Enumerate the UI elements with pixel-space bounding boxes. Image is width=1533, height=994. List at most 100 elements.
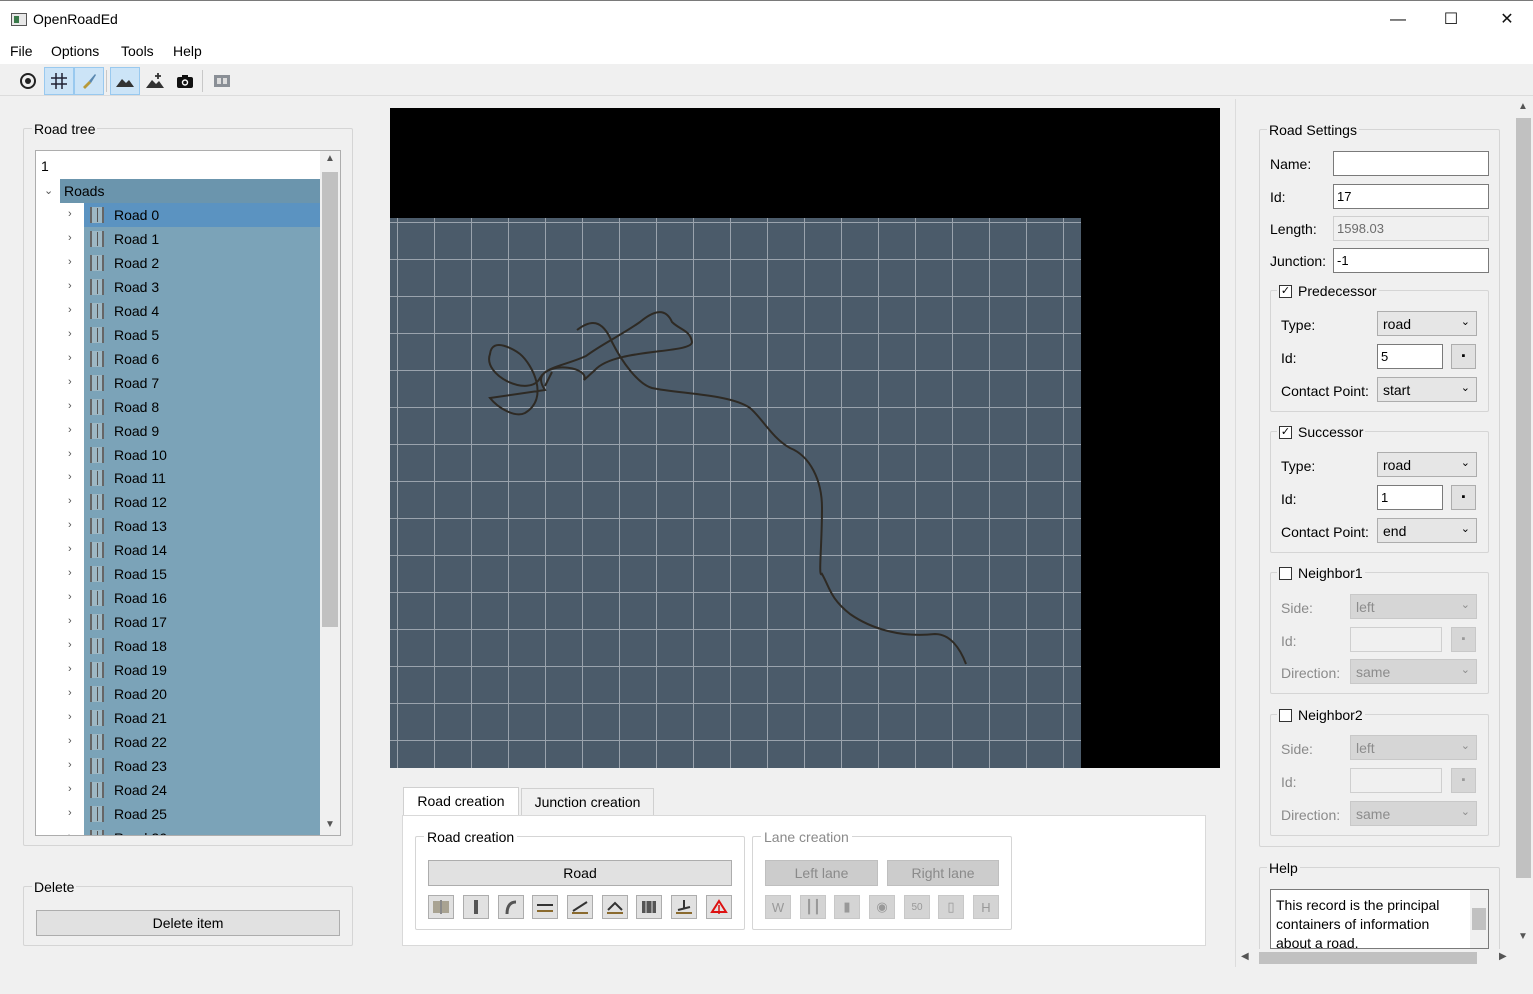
chevron-right-icon[interactable]: › (68, 352, 72, 364)
tree-road-item[interactable]: › Road 7 (36, 370, 321, 395)
tree-road-item[interactable]: › Road 10 (36, 442, 321, 467)
brush-icon[interactable] (74, 67, 104, 95)
tree-road-item[interactable]: › Road 23 (36, 753, 321, 778)
crown-icon[interactable] (602, 895, 628, 919)
chevron-right-icon[interactable]: › (68, 639, 72, 651)
delete-red-icon[interactable] (706, 895, 732, 919)
neighbor1-checkbox[interactable] (1279, 566, 1292, 580)
road-tree[interactable]: 1 ⌄ Roads › Road 0 › Road 1 › Road 2 › Road 3 › R… (35, 150, 341, 836)
3d-viewport[interactable] (390, 108, 1220, 768)
pred-type-select[interactable]: road ⌄ (1377, 311, 1477, 336)
left-lane-button[interactable]: Left lane (765, 860, 878, 886)
grid-icon[interactable] (44, 67, 74, 95)
n1-id-field[interactable] (1350, 627, 1442, 652)
superelevation-icon[interactable] (636, 895, 662, 919)
n1-side-select[interactable]: left ⌄ (1350, 594, 1477, 619)
tree-road-item[interactable]: › Road 17 (36, 610, 321, 635)
tree-road-item[interactable]: › Road 24 (36, 777, 321, 802)
lateral-shift-icon[interactable] (671, 895, 697, 919)
arc-icon[interactable] (498, 895, 524, 919)
lane-material-icon[interactable]: ▮ (834, 895, 860, 919)
tree-road-item[interactable]: › Road 2 (36, 250, 321, 275)
succ-id-field[interactable]: 1 (1377, 485, 1443, 510)
n2-direction-select[interactable]: same ⌄ (1350, 801, 1477, 826)
scroll-down-icon[interactable]: ▼ (325, 819, 335, 830)
add-terrain-icon[interactable] (140, 67, 170, 95)
pick-road-icon[interactable]: ▪ (1451, 768, 1476, 793)
successor-checkbox[interactable]: ✓ (1279, 425, 1292, 439)
succ-type-select[interactable]: road ⌄ (1377, 452, 1477, 477)
chevron-right-icon[interactable]: › (68, 376, 72, 388)
chevron-right-icon[interactable]: › (68, 663, 72, 675)
pick-road-icon[interactable]: ▪ (1451, 627, 1476, 652)
tree-road-item[interactable]: › Road 14 (36, 538, 321, 563)
chevron-right-icon[interactable]: › (68, 759, 72, 771)
tab-junction-creation[interactable]: Junction creation (521, 788, 654, 816)
tree-road-item[interactable]: › Road 6 (36, 346, 321, 371)
chevron-right-icon[interactable]: › (68, 400, 72, 412)
tree-road-item[interactable]: › Road 16 (36, 586, 321, 611)
chevron-right-icon[interactable]: › (68, 232, 72, 244)
camera-icon[interactable] (170, 67, 200, 95)
tree-road-item[interactable]: › Road 18 (36, 634, 321, 659)
chevron-right-icon[interactable]: › (68, 615, 72, 627)
pred-id-field[interactable]: 5 (1377, 344, 1443, 369)
chevron-right-icon[interactable]: › (68, 448, 72, 460)
close-button[interactable]: ✕ (1484, 5, 1530, 35)
chevron-right-icon[interactable]: › (68, 783, 72, 795)
predecessor-checkbox[interactable]: ✓ (1279, 284, 1292, 298)
menu-tools[interactable]: Tools (121, 43, 154, 59)
slope-elevation-icon[interactable] (567, 895, 593, 919)
tree-road-item[interactable]: › Road 0 (36, 203, 321, 227)
road-button[interactable]: Road (428, 860, 732, 886)
eye-icon[interactable] (13, 67, 43, 95)
tree-scroll-thumb[interactable] (322, 172, 338, 627)
minimize-button[interactable]: — (1375, 5, 1421, 35)
id-field[interactable]: 17 (1333, 184, 1489, 209)
right-panel-scroll-thumb[interactable] (1516, 118, 1531, 878)
chevron-right-icon[interactable]: › (68, 280, 72, 292)
tree-road-item[interactable]: › Road 21 (36, 705, 321, 730)
height-icon[interactable]: H (973, 895, 999, 919)
chevron-right-icon[interactable]: › (68, 256, 72, 268)
help-text-box[interactable]: This record is the principal containers … (1270, 889, 1489, 949)
chevron-right-icon[interactable]: › (68, 711, 72, 723)
maximize-button[interactable]: ☐ (1428, 5, 1474, 35)
menu-help[interactable]: Help (173, 43, 202, 59)
tree-road-item[interactable]: › Road 12 (36, 490, 321, 515)
tree-road-item[interactable]: › Road 22 (36, 729, 321, 754)
tree-road-item[interactable]: › Road 9 (36, 418, 321, 443)
speed-icon[interactable]: 50 (904, 895, 930, 919)
pick-road-icon[interactable]: ▪ (1451, 485, 1476, 510)
succ-contact-select[interactable]: end ⌄ (1377, 518, 1477, 543)
pred-contact-select[interactable]: start ⌄ (1377, 377, 1477, 402)
flat-elevation-icon[interactable] (532, 895, 558, 919)
tree-road-item[interactable]: › Road 5 (36, 322, 321, 347)
chevron-right-icon[interactable]: › (68, 304, 72, 316)
tree-road-item[interactable]: › Road 25 (36, 801, 321, 826)
junction-field[interactable]: -1 (1333, 248, 1489, 273)
name-field[interactable] (1333, 151, 1489, 176)
access-icon[interactable]: ▯ (938, 895, 964, 919)
tree-root-item[interactable]: 1 (36, 154, 321, 178)
lane-section-icon[interactable] (428, 895, 454, 919)
scroll-down-icon[interactable]: ▼ (1518, 931, 1528, 942)
tree-road-item[interactable]: › Road 11 (36, 466, 321, 491)
chevron-right-icon[interactable]: › (68, 807, 72, 819)
help-scroll-thumb[interactable] (1472, 908, 1486, 930)
lane-width-icon[interactable]: W (765, 895, 791, 919)
scroll-right-icon[interactable]: ▶ (1499, 951, 1507, 962)
chevron-right-icon[interactable]: › (68, 328, 72, 340)
tree-road-item[interactable]: › Road 4 (36, 298, 321, 323)
tree-road-item[interactable]: › Road 1 (36, 226, 321, 251)
tree-road-item[interactable]: › Road 8 (36, 394, 321, 419)
chevron-right-icon[interactable]: › (68, 543, 72, 555)
menu-options[interactable]: Options (51, 43, 99, 59)
line-icon[interactable] (463, 895, 489, 919)
chevron-right-icon[interactable]: › (68, 567, 72, 579)
chevron-right-icon[interactable]: › (68, 735, 72, 747)
tree-road-item[interactable]: › Road 19 (36, 658, 321, 683)
tree-road-item[interactable]: › Road 26 (36, 825, 321, 835)
right-lane-button[interactable]: Right lane (887, 860, 999, 886)
chevron-down-icon[interactable]: ⌄ (44, 184, 53, 197)
